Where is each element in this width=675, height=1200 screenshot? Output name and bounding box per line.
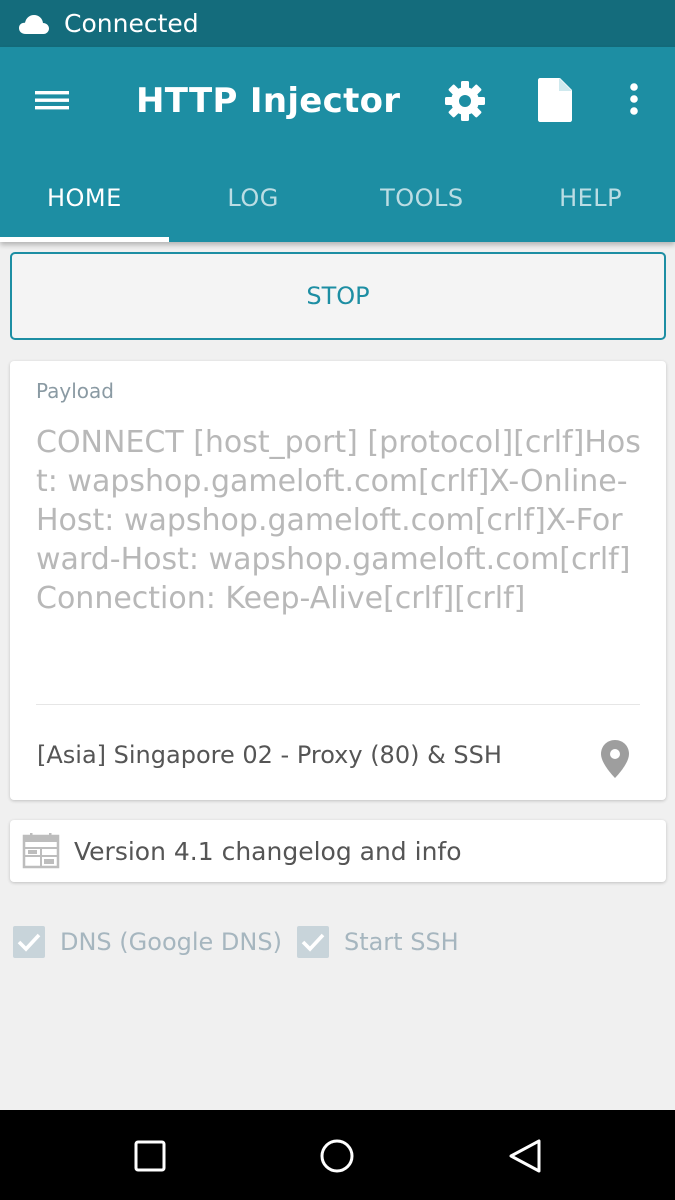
- tab-bar: HOME LOG TOOLS HELP: [0, 153, 675, 242]
- home-icon[interactable]: [318, 1137, 356, 1175]
- gear-icon[interactable]: [443, 79, 487, 123]
- more-vert-icon[interactable]: [620, 79, 648, 123]
- back-icon[interactable]: [505, 1136, 545, 1176]
- dns-checkbox-item[interactable]: DNS (Google DNS): [12, 925, 282, 959]
- dns-label: DNS (Google DNS): [60, 928, 282, 956]
- options-row: DNS (Google DNS) Start SSH: [12, 922, 473, 962]
- tab-home[interactable]: HOME: [0, 153, 169, 242]
- payload-label: Payload: [36, 379, 114, 403]
- payload-field[interactable]: CONNECT [host_port] [protocol][crlf]Host…: [36, 423, 646, 618]
- navigation-bar: [0, 1110, 675, 1200]
- server-selector[interactable]: [Asia] Singapore 02 - Proxy (80) & SSH: [10, 711, 666, 799]
- ssh-label: Start SSH: [343, 928, 459, 956]
- ssh-checkbox-item[interactable]: Start SSH: [296, 925, 459, 959]
- location-pin-icon[interactable]: [600, 739, 630, 779]
- menu-icon[interactable]: [26, 79, 78, 121]
- app-bar: HTTP Injector HOME LOG TOOLS HELP: [0, 47, 675, 242]
- stop-button[interactable]: STOP: [10, 252, 666, 340]
- changelog-label: Version 4.1 changelog and info: [74, 837, 462, 866]
- calendar-icon: [22, 833, 60, 869]
- app-title: HTTP Injector: [136, 81, 401, 121]
- status-bar: Connected: [0, 0, 675, 47]
- cloud-icon: [19, 14, 49, 34]
- payload-card: Payload CONNECT [host_port] [protocol][c…: [10, 361, 666, 800]
- ssh-checkbox[interactable]: [296, 925, 330, 959]
- toolbar: HTTP Injector: [0, 47, 675, 153]
- file-icon[interactable]: [536, 77, 574, 123]
- tab-help[interactable]: HELP: [506, 153, 675, 242]
- connection-status: Connected: [64, 9, 199, 38]
- tab-log[interactable]: LOG: [169, 153, 338, 242]
- recent-apps-icon[interactable]: [133, 1139, 167, 1173]
- changelog-card[interactable]: Version 4.1 changelog and info: [10, 820, 666, 882]
- server-label: [Asia] Singapore 02 - Proxy (80) & SSH: [37, 741, 502, 769]
- divider: [36, 704, 640, 705]
- tab-tools[interactable]: TOOLS: [338, 153, 507, 242]
- dns-checkbox[interactable]: [12, 925, 46, 959]
